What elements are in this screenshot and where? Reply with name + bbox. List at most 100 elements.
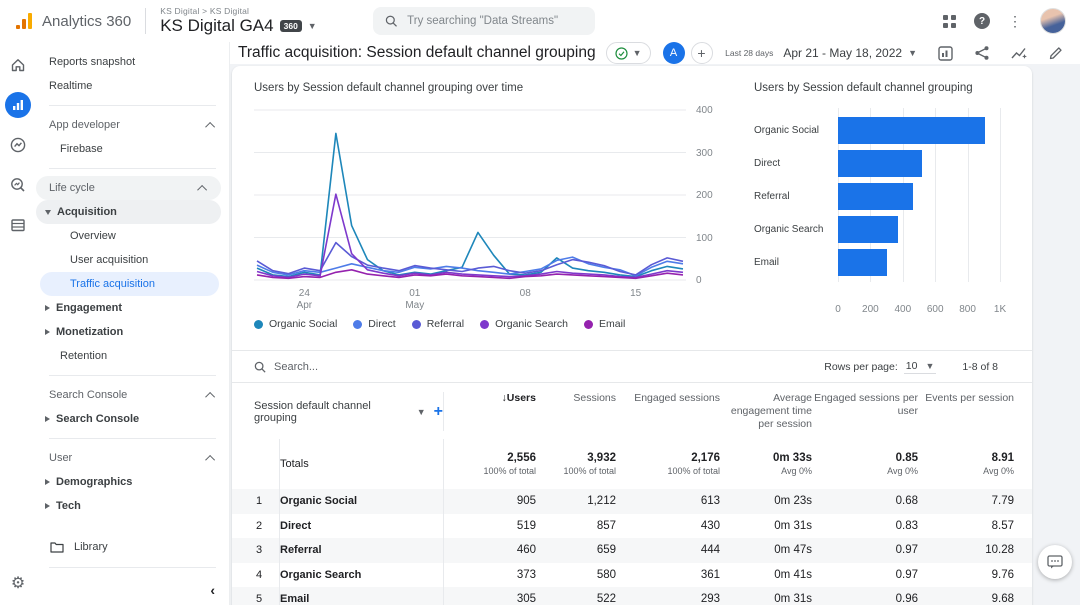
table-search[interactable] [254, 360, 824, 373]
apps-grid-icon[interactable] [943, 14, 956, 28]
sidebar-item-firebase[interactable]: Firebase [36, 137, 229, 161]
totals-cell: 8.91 Avg 0% [918, 452, 1014, 476]
sidebar-divider [49, 105, 216, 106]
legend-item: Email [584, 318, 625, 330]
bar-chart-title: Users by Session default channel groupin… [754, 82, 973, 94]
add-dimension-button[interactable]: + [434, 403, 443, 420]
more-vert-icon[interactable]: ⋮ [1008, 14, 1022, 28]
column-header-engaged-sessions[interactable]: Engaged sessions [616, 392, 720, 405]
bar-category-label: Organic Search [754, 224, 824, 235]
insights-icon[interactable] [1010, 45, 1028, 61]
home-icon[interactable] [5, 52, 31, 78]
totals-value: 2,556 [507, 452, 536, 464]
cell-events-per-session: 8.57 [991, 519, 1014, 532]
sidebar-item-engagement[interactable]: Engagement [36, 296, 229, 320]
sidebar-item-overview[interactable]: Overview [36, 224, 229, 248]
row-number: 4 [254, 562, 280, 587]
bar-direct [838, 150, 923, 177]
user-avatar[interactable] [1040, 8, 1066, 34]
add-collaborator-button[interactable]: + [690, 42, 713, 64]
cell-engaged-sessions-per-user: 0.96 [895, 593, 918, 605]
sidebar-section-app-developer[interactable]: App developer [36, 113, 229, 137]
cell-sessions: 580 [596, 568, 616, 581]
bar-row: Referral [754, 180, 1000, 213]
admin-gear-icon[interactable]: ⚙ [11, 573, 25, 593]
table-row: 2 Direct 519 857 430 0m 31s 0.83 8.57 [232, 513, 1032, 538]
totals-subtext: Avg 0% [983, 466, 1014, 476]
totals-cell: 0m 33s Avg 0% [720, 452, 812, 476]
sidebar-item-library[interactable]: Library [36, 534, 229, 560]
column-header-events-per-session[interactable]: Events per session [918, 392, 1014, 405]
sidebar-item-traffic-acquisition[interactable]: Traffic acquisition [40, 272, 219, 296]
sidebar-item-monetization[interactable]: Monetization [36, 320, 229, 344]
legend-label: Organic Search [495, 318, 569, 330]
totals-cell: 2,556 100% of total [444, 452, 536, 476]
sidebar-section-search-console[interactable]: Search Console [36, 383, 229, 407]
global-search-input[interactable] [407, 15, 583, 27]
sidebar-divider [49, 375, 216, 376]
sidebar-item-retention[interactable]: Retention [36, 344, 229, 368]
dimension-header[interactable]: Session default channel grouping ▼ + [254, 392, 444, 431]
explore-icon[interactable] [5, 132, 31, 158]
totals-value: 2,176 [691, 452, 720, 464]
sidebar-item-tech[interactable]: Tech [36, 494, 229, 518]
cell-sessions: 659 [596, 544, 616, 557]
help-icon[interactable]: ? [974, 13, 990, 29]
totals-subtext: 100% of total [483, 466, 536, 476]
sidebar-item-acquisition[interactable]: Acquisition [36, 200, 221, 224]
sidebar-item-reports-snapshot[interactable]: Reports snapshot [36, 50, 229, 74]
sidebar-section-life-cycle[interactable]: Life cycle [36, 176, 221, 200]
totals-value: 0.85 [895, 452, 918, 464]
totals-value: 0m 33s [772, 452, 812, 464]
date-range-picker[interactable]: Apr 21 - May 18, 2022 ▼ [783, 46, 917, 60]
x-tick-label: 08 [519, 288, 531, 299]
cell-engaged-sessions: 293 [700, 593, 720, 605]
column-header-users[interactable]: ↓Users [444, 392, 536, 405]
feedback-button[interactable] [1038, 545, 1072, 579]
column-header-sessions[interactable]: Sessions [536, 392, 616, 405]
totals-cell: 0.85 Avg 0% [812, 452, 918, 476]
bar-chart-panel: Users by Session default channel groupin… [754, 82, 1012, 330]
page-title: Traffic acquisition: Session default cha… [238, 44, 596, 61]
account-switcher[interactable]: KS Digital > KS Digital KS Digital GA4 3… [160, 6, 317, 36]
collapse-sidebar-icon[interactable]: ‹ [36, 575, 229, 605]
bar-track [838, 117, 1000, 144]
global-search[interactable] [372, 7, 595, 35]
cell-channel: Organic Search [280, 562, 444, 587]
sidebar-item-realtime[interactable]: Realtime [36, 74, 229, 98]
bar-category-label: Referral [754, 191, 790, 202]
top-bar: Analytics 360 KS Digital > KS Digital KS… [0, 0, 1080, 42]
table-search-input[interactable] [274, 360, 454, 373]
collaborator-badge[interactable]: A [662, 42, 685, 64]
sidebar-item-demographics[interactable]: Demographics [36, 470, 229, 494]
sidebar-item-user-acquisition[interactable]: User acquisition [36, 248, 229, 272]
edit-comparison-icon[interactable] [937, 45, 954, 62]
bar-row: Direct [754, 147, 1000, 180]
rows-per-page-select[interactable]: 10 ▼ [903, 360, 937, 374]
report-canvas: Users by Session default channel groupin… [230, 64, 1080, 605]
cell-engaged-sessions: 444 [700, 544, 720, 557]
legend-item: Organic Social [254, 318, 337, 330]
column-header-engaged-sessions-per-user[interactable]: Engaged sessions per user [812, 392, 918, 418]
cell-avg-engagement-time: 0m 41s [774, 568, 812, 581]
analytics-logo-icon[interactable] [16, 13, 32, 29]
configure-icon[interactable] [5, 212, 31, 238]
report-status-chip[interactable]: ▼ [605, 42, 651, 64]
advertising-icon[interactable] [5, 172, 31, 198]
share-icon[interactable] [974, 45, 990, 61]
breadcrumb: KS Digital > KS Digital [160, 6, 250, 16]
table-header-row: Session default channel grouping ▼ + ↓Us… [232, 383, 1032, 439]
folder-icon [50, 542, 64, 553]
edit-pencil-icon[interactable] [1048, 45, 1064, 61]
sidebar-item-search-console[interactable]: Search Console [36, 407, 229, 431]
reports-icon[interactable] [5, 92, 31, 118]
sidebar-divider [49, 168, 216, 169]
table-row: 1 Organic Social 905 1,212 613 0m 23s 0.68 7.79 [232, 489, 1032, 514]
totals-subtext: 100% of total [667, 466, 720, 476]
column-header-avg-engagement-time[interactable]: Average engagement time per session [720, 392, 812, 431]
column-header-engagement-rate[interactable]: Engagement rate [1014, 392, 1032, 405]
table-row: 3 Referral 460 659 444 0m 47s 0.97 10.28 [232, 538, 1032, 563]
legend-label: Organic Social [269, 318, 338, 330]
sidebar-section-user[interactable]: User [36, 446, 229, 470]
line-series-organic-social [256, 132, 684, 278]
